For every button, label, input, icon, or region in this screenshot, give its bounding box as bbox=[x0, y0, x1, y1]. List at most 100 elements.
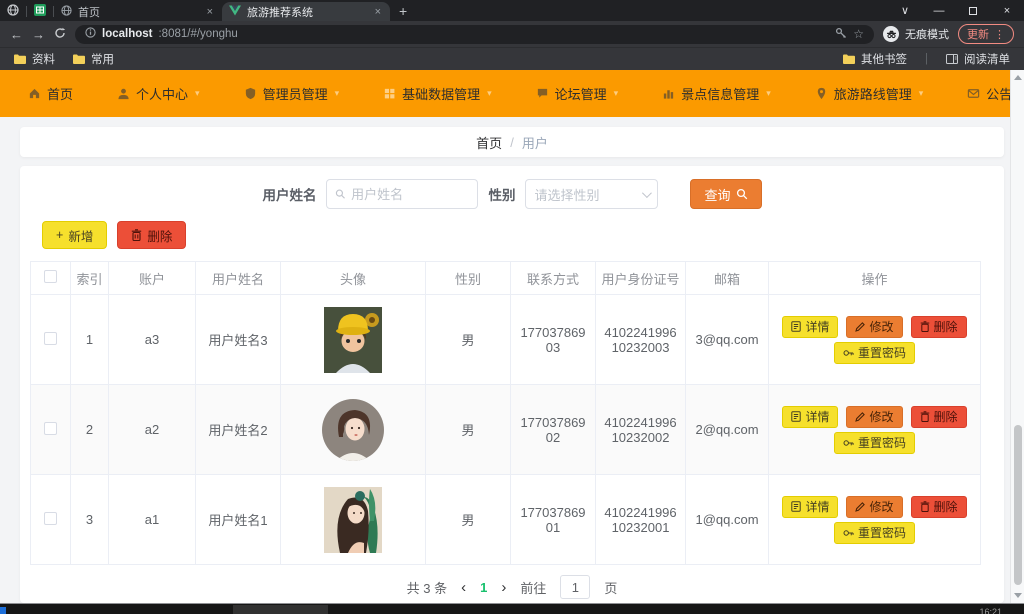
scroll-up-icon[interactable] bbox=[1014, 75, 1022, 80]
nav-item-base-data-management[interactable]: 基础数据管理 ▾ bbox=[383, 70, 492, 117]
back-icon[interactable]: ← bbox=[10, 28, 23, 41]
forward-icon[interactable]: → bbox=[32, 28, 45, 41]
goto-label: 前往 bbox=[520, 578, 546, 597]
reading-list-button[interactable]: 阅读清单 bbox=[946, 51, 1010, 67]
pinned-tab-sheets[interactable] bbox=[27, 2, 53, 21]
taskbar-app-button[interactable] bbox=[233, 605, 328, 614]
row-delete-button[interactable]: 删除 bbox=[911, 316, 967, 338]
chevron-down-icon bbox=[642, 188, 652, 198]
nav-item-scenic-info-management[interactable]: 景点信息管理 ▾ bbox=[662, 70, 771, 117]
header-index: 索引 bbox=[71, 262, 109, 295]
nav-item-route-management[interactable]: 旅游路线管理 ▾ bbox=[815, 70, 924, 117]
document-icon bbox=[791, 411, 801, 422]
update-button[interactable]: 更新 ⋮ bbox=[958, 24, 1014, 44]
url-path: :8081/#/yonghu bbox=[158, 28, 237, 40]
pinned-tab-globe[interactable] bbox=[0, 2, 26, 21]
chevron-down-icon: ▾ bbox=[487, 88, 492, 99]
add-button[interactable]: + 新增 bbox=[42, 221, 107, 249]
nav-item-home[interactable]: 首页 bbox=[28, 70, 73, 117]
nav-item-forum-management[interactable]: 论坛管理 ▾ bbox=[536, 70, 619, 117]
row-delete-button[interactable]: 删除 bbox=[911, 496, 967, 518]
folder-icon bbox=[843, 54, 855, 64]
browser-tab-app[interactable]: 旅游推荐系统 × bbox=[222, 2, 390, 21]
select-all-checkbox[interactable] bbox=[44, 270, 57, 283]
current-page[interactable]: 1 bbox=[480, 580, 487, 595]
table-row: 1 a3 用户姓名3 男 17703786903 410224199610232… bbox=[31, 295, 981, 385]
taskbar-app-icon[interactable] bbox=[0, 607, 6, 614]
reset-password-button[interactable]: 重置密码 bbox=[834, 522, 915, 544]
reset-password-button[interactable]: 重置密码 bbox=[834, 342, 915, 364]
edit-button[interactable]: 修改 bbox=[846, 406, 902, 428]
user-icon bbox=[117, 87, 130, 100]
next-page-icon[interactable]: › bbox=[501, 579, 506, 596]
pencil-icon bbox=[855, 412, 865, 422]
new-tab-button[interactable]: + bbox=[390, 3, 416, 21]
scroll-down-icon[interactable] bbox=[1014, 593, 1022, 598]
header-gender: 性别 bbox=[426, 262, 511, 295]
breadcrumb-current: 用户 bbox=[522, 133, 548, 152]
browser-tab-home[interactable]: 首页 × bbox=[54, 2, 222, 21]
scrollbar-thumb[interactable] bbox=[1014, 425, 1022, 585]
shield-icon bbox=[244, 87, 257, 100]
reset-password-button[interactable]: 重置密码 bbox=[834, 432, 915, 454]
bookmark-folder-ziliao[interactable]: 资料 bbox=[14, 51, 55, 67]
bookmark-folder-changyong[interactable]: 常用 bbox=[73, 51, 114, 67]
nav-item-admin-management[interactable]: 管理员管理 ▾ bbox=[244, 70, 340, 117]
search-icon bbox=[335, 188, 346, 200]
select-placeholder: 请选择性别 bbox=[534, 185, 642, 204]
username-input[interactable] bbox=[326, 179, 478, 209]
row-checkbox[interactable] bbox=[44, 512, 57, 525]
address-bar[interactable]: localhost :8081/#/yonghu ☆ bbox=[75, 25, 874, 44]
tab-title: 旅游推荐系统 bbox=[247, 4, 367, 20]
nav-item-personal-center[interactable]: 个人中心 ▾ bbox=[117, 70, 200, 117]
prev-page-icon[interactable]: ‹ bbox=[461, 579, 466, 596]
bar-chart-icon bbox=[662, 87, 675, 100]
scrollbar[interactable] bbox=[1010, 70, 1024, 603]
incognito-badge: 无痕模式 bbox=[883, 26, 949, 42]
kebab-menu-icon[interactable]: ⋮ bbox=[994, 28, 1005, 41]
incognito-label: 无痕模式 bbox=[905, 26, 949, 42]
minimize-icon[interactable]: — bbox=[922, 0, 956, 21]
taskbar-clock: 16:21 bbox=[979, 607, 1002, 614]
table-header-row: 索引 账户 用户姓名 头像 性别 联系方式 用户身份证号 邮箱 操作 bbox=[31, 262, 981, 295]
grid-icon bbox=[383, 87, 396, 100]
url-host: localhost bbox=[102, 28, 152, 40]
gender-select[interactable]: 请选择性别 bbox=[525, 179, 658, 209]
detail-button[interactable]: 详情 bbox=[782, 406, 838, 428]
edit-button[interactable]: 修改 bbox=[846, 316, 902, 338]
delete-button[interactable]: 删除 bbox=[117, 221, 186, 249]
avatar-image bbox=[322, 399, 384, 461]
close-icon[interactable]: × bbox=[205, 6, 215, 18]
bookmark-star-icon[interactable]: ☆ bbox=[853, 27, 864, 41]
maximize-icon[interactable] bbox=[956, 0, 990, 21]
chevron-down-icon: ▾ bbox=[766, 88, 771, 99]
header-id-number: 用户身份证号 bbox=[596, 262, 686, 295]
search-icon bbox=[736, 188, 748, 200]
row-checkbox[interactable] bbox=[44, 332, 57, 345]
header-actions: 操作 bbox=[769, 262, 981, 295]
edit-button[interactable]: 修改 bbox=[846, 496, 902, 518]
pencil-icon bbox=[855, 322, 865, 332]
table-row: 3 a1 用户姓名1 男 17703786901 410224199610232… bbox=[31, 475, 981, 565]
query-button[interactable]: 查询 bbox=[690, 179, 761, 209]
detail-button[interactable]: 详情 bbox=[782, 496, 838, 518]
home-icon bbox=[28, 87, 41, 100]
breadcrumb-home[interactable]: 首页 bbox=[476, 133, 502, 152]
goto-page-input[interactable] bbox=[560, 575, 590, 599]
other-bookmarks-button[interactable]: 其他书签 bbox=[843, 51, 907, 67]
detail-button[interactable]: 详情 bbox=[782, 316, 838, 338]
close-icon[interactable]: × bbox=[373, 6, 383, 18]
globe-icon bbox=[61, 5, 72, 19]
bookmarks-bar: 资料 常用 其他书签 | 阅读清单 bbox=[0, 47, 1024, 70]
close-window-icon[interactable]: × bbox=[990, 0, 1024, 21]
password-key-icon[interactable] bbox=[835, 27, 847, 42]
window-controls: ∨ — × bbox=[888, 0, 1024, 21]
row-delete-button[interactable]: 删除 bbox=[911, 406, 967, 428]
globe-icon bbox=[7, 3, 19, 21]
reload-icon[interactable] bbox=[54, 27, 66, 41]
username-filter-label: 用户姓名 bbox=[262, 184, 316, 204]
info-icon[interactable] bbox=[85, 27, 96, 41]
tab-search-icon[interactable]: ∨ bbox=[888, 0, 922, 21]
row-checkbox[interactable] bbox=[44, 422, 57, 435]
os-taskbar: 16:21 bbox=[0, 603, 1024, 614]
